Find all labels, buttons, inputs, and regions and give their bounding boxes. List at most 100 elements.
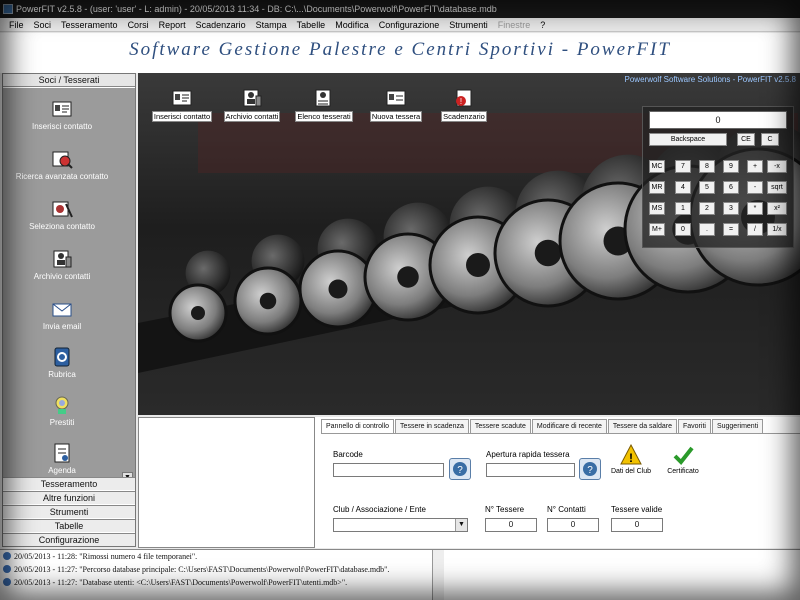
calc-key[interactable]: / — [747, 223, 763, 236]
app-header-title: Software Gestione Palestre e Centri Spor… — [129, 39, 671, 60]
tab-pannello-di-controllo[interactable]: Pannello di controllo — [321, 419, 395, 434]
bottom-panel: Pannello di controllo Tessere in scadenza… — [138, 417, 800, 548]
menu-stampa[interactable]: Stampa — [251, 18, 292, 31]
calc-key[interactable]: MS — [649, 202, 665, 215]
tab-tessere-scadute[interactable]: Tessere scadute — [469, 419, 531, 433]
sidebar-item-inserisci-contatto[interactable]: Inserisci contatto — [3, 98, 121, 131]
calc-key[interactable]: 2 — [699, 202, 715, 215]
certificate-label: Certificato — [667, 468, 699, 475]
quick-archivio-contatti-button[interactable]: Archivio contatti — [212, 87, 292, 122]
question-icon: ? — [453, 462, 467, 476]
calc-key[interactable]: MC — [649, 160, 665, 173]
menu-tesseramento[interactable]: Tesseramento — [56, 18, 123, 31]
menu-file[interactable]: File — [4, 18, 29, 31]
log-entry-text: 20/05/2013 - 11:28: "Rimossi numero 4 fi… — [14, 552, 198, 561]
tessere-valide-label: Tessere valide — [611, 505, 663, 514]
dumbbell-hub — [259, 292, 277, 310]
menu-tabelle[interactable]: Tabelle — [292, 18, 331, 31]
sidebar-item-label: Seleziona contatto — [29, 222, 95, 231]
calc-key[interactable]: + — [747, 160, 763, 173]
calc-key[interactable]: sqrt — [767, 181, 787, 194]
sidebar-item-invia-email[interactable]: Invia email — [3, 298, 121, 331]
calc-key[interactable]: 3 — [723, 202, 739, 215]
main-window: PowerFIT v2.5.8 - (user: 'user' - L: adm… — [0, 0, 800, 600]
calc-key[interactable]: 1 — [675, 202, 691, 215]
quick-scadenzario-button[interactable]: ! Scadenzario — [424, 87, 504, 122]
check-icon — [673, 446, 694, 466]
info-icon — [3, 565, 11, 573]
sidebar-item-rubrica[interactable]: Rubrica — [3, 346, 121, 379]
sidebar-item-agenda[interactable]: Agenda — [3, 442, 121, 475]
log-entry-text: 20/05/2013 - 11:27: "Percorso database p… — [14, 565, 390, 574]
menu-strumenti[interactable]: Strumenti — [444, 18, 493, 31]
members-list-icon — [313, 87, 335, 109]
agenda-icon — [51, 442, 73, 464]
new-card-icon — [385, 87, 407, 109]
calc-key[interactable]: 8 — [699, 160, 715, 173]
calc-key[interactable]: 6 — [723, 181, 739, 194]
quick-open-help-button[interactable]: ? — [579, 458, 601, 480]
log-entry-text: 20/05/2013 - 11:27: "Database utenti: <C… — [14, 578, 348, 587]
calc-key[interactable]: = — [723, 223, 739, 236]
menu-scadenzario[interactable]: Scadenzario — [191, 18, 251, 31]
certificate-button[interactable]: Certificato — [661, 444, 705, 475]
tessere-valide-value: 0 — [611, 518, 663, 532]
club-select[interactable]: ▼ — [333, 518, 468, 532]
menu-configurazione[interactable]: Configurazione — [374, 18, 445, 31]
tab-suggerimenti[interactable]: Suggerimenti — [711, 419, 764, 433]
menu-help[interactable]: ? — [535, 18, 550, 31]
calc-c-button[interactable]: C — [761, 133, 779, 146]
sidebar-item-archivio-contatti[interactable]: Archivio contatti — [3, 248, 121, 281]
sidebar-section-altre-funzioni[interactable]: Altre funzioni — [3, 491, 135, 504]
tab-tessere-in-scadenza[interactable]: Tessere in scadenza — [395, 419, 469, 433]
menu-report[interactable]: Report — [154, 18, 191, 31]
quick-open-input[interactable] — [486, 463, 575, 477]
info-icon — [3, 578, 11, 586]
barcode-input[interactable] — [333, 463, 444, 477]
calc-key[interactable]: -x — [767, 160, 787, 173]
calc-key[interactable]: 1/x — [767, 223, 787, 236]
sidebar-section-configurazione[interactable]: Configurazione — [3, 533, 135, 546]
sidebar-items-panel: ▼ Inserisci contattoRicerca avanzata con… — [3, 88, 135, 484]
calc-key[interactable]: 4 — [675, 181, 691, 194]
menu-finestre[interactable]: Finestre — [493, 18, 536, 31]
sidebar-item-prestiti[interactable]: Prestiti — [3, 394, 121, 427]
quick-inserisci-contatto-button[interactable]: Inserisci contatto — [142, 87, 222, 122]
tab-favoriti[interactable]: Favoriti — [678, 419, 711, 433]
select-contact-icon — [51, 198, 73, 220]
sidebar-section-tesseramento[interactable]: Tesseramento — [3, 477, 135, 490]
sidebar-section-strumenti[interactable]: Strumenti — [3, 505, 135, 518]
calc-key[interactable]: M+ — [649, 223, 665, 236]
club-data-button[interactable]: ! Dati del Club — [609, 443, 653, 475]
calc-key[interactable]: 0 — [675, 223, 691, 236]
calc-ce-button[interactable]: CE — [737, 133, 755, 146]
n-tessere-label: N° Tessere — [485, 505, 525, 514]
sidebar-section-tabelle[interactable]: Tabelle — [3, 519, 135, 532]
contact-card-icon — [171, 87, 193, 109]
calc-key[interactable]: 5 — [699, 181, 715, 194]
sidebar-section-soci[interactable]: Soci / Tesserati — [3, 74, 135, 87]
calc-key[interactable]: x² — [767, 202, 787, 215]
sidebar-item-seleziona-contatto[interactable]: Seleziona contatto — [3, 198, 121, 231]
club-data-label: Dati del Club — [610, 468, 652, 475]
quick-elenco-tesserati-button[interactable]: Elenco tesserati — [284, 87, 364, 122]
quick-label: Inserisci contatto — [151, 111, 213, 122]
calc-key[interactable]: . — [699, 223, 715, 236]
barcode-help-button[interactable]: ? — [449, 458, 471, 480]
calc-key[interactable]: MR — [649, 181, 665, 194]
calc-backspace-button[interactable]: Backspace — [649, 133, 727, 146]
sidebar-item-label: Rubrica — [48, 370, 76, 379]
calc-key[interactable]: 7 — [675, 160, 691, 173]
control-panel: Barcode ? Apertura rapida tessera ? ! Da… — [321, 433, 800, 548]
menu-corsi[interactable]: Corsi — [123, 18, 154, 31]
calc-key[interactable]: 9 — [723, 160, 739, 173]
calc-key[interactable]: * — [747, 202, 763, 215]
menu-soci[interactable]: Soci — [29, 18, 57, 31]
tab-modificare-di-recente[interactable]: Modificare di recente — [531, 419, 607, 433]
tab-tessere-da-saldare[interactable]: Tessere da saldare — [607, 419, 677, 433]
contact-archive-icon — [241, 87, 263, 109]
tab-bar: Pannello di controllo Tessere in scadenza… — [321, 419, 800, 434]
menu-modifica[interactable]: Modifica — [330, 18, 374, 31]
calc-key[interactable]: - — [747, 181, 763, 194]
sidebar-item-ricerca-avanzata-contatto[interactable]: Ricerca avanzata contatto — [3, 148, 121, 181]
